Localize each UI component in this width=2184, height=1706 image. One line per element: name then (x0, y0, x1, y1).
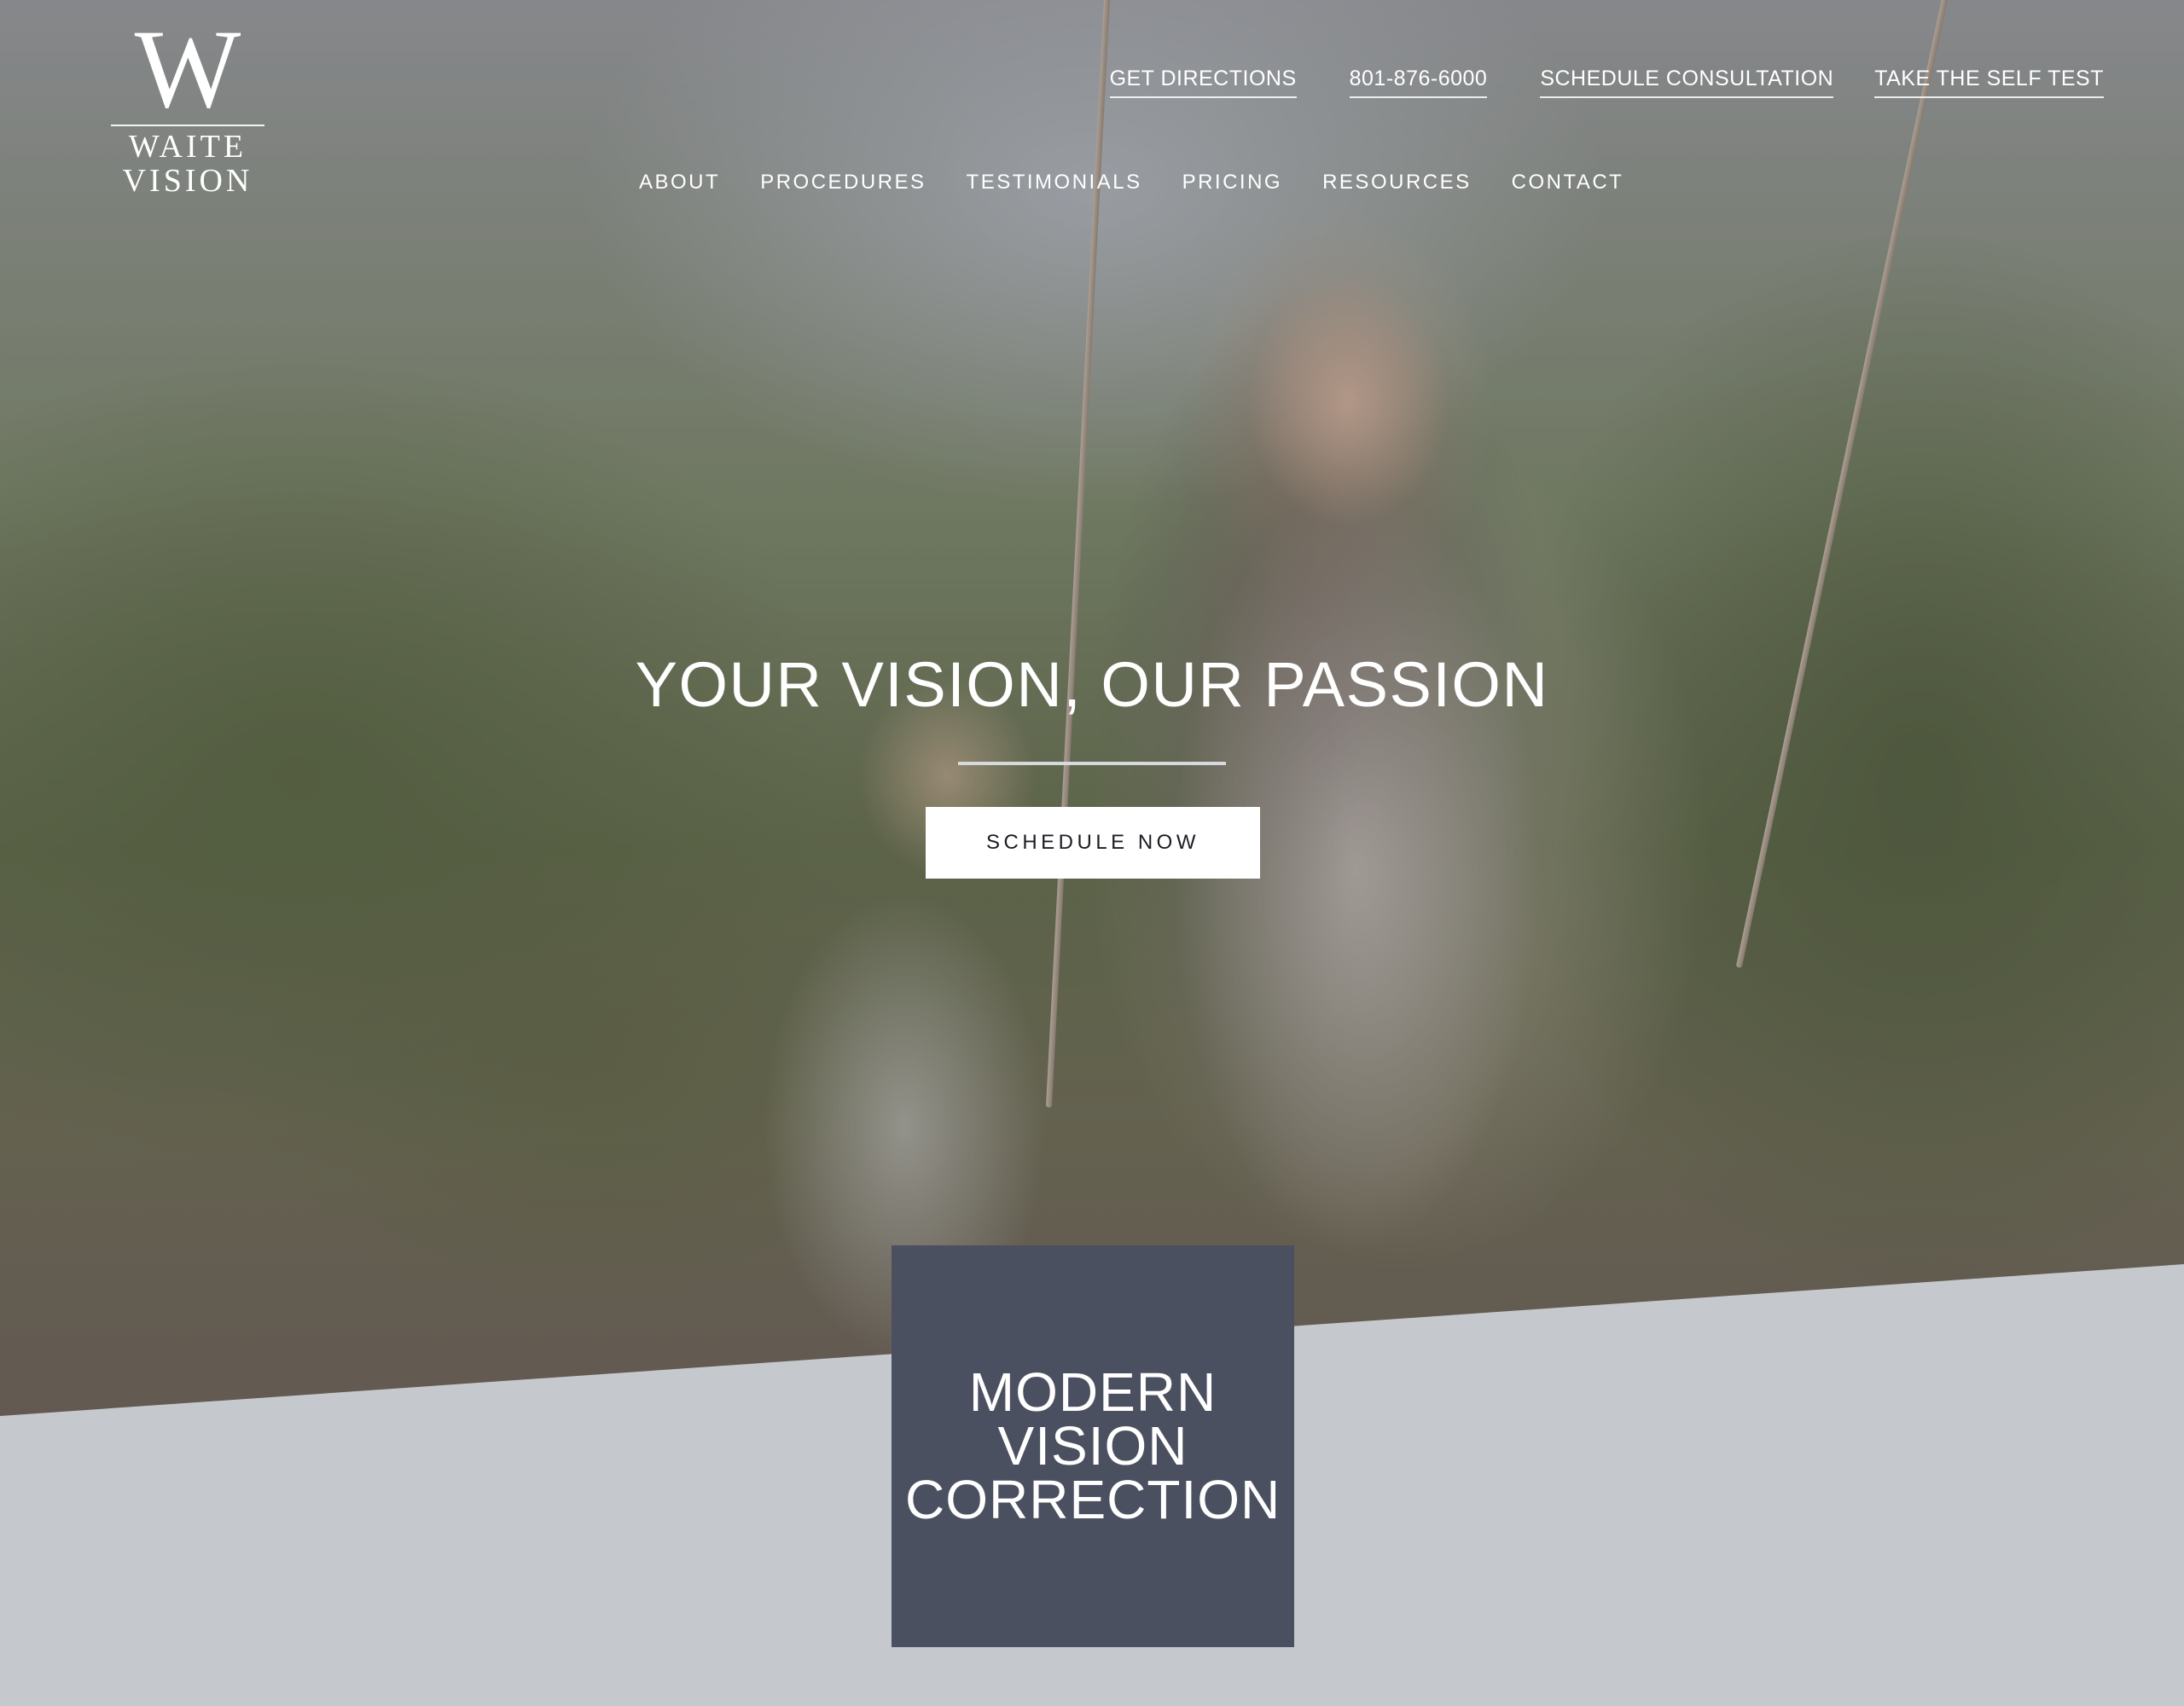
feature-box: MODERN VISION CORRECTION (892, 1245, 1294, 1647)
nav-item-about[interactable]: ABOUT (639, 171, 720, 194)
get-directions-link[interactable]: GET DIRECTIONS (1109, 67, 1297, 98)
utility-nav: GET DIRECTIONS 801-876-6000 SCHEDULE CON… (1109, 67, 2104, 98)
site-logo[interactable]: W WAITE VISION (60, 6, 316, 198)
schedule-consultation-link[interactable]: SCHEDULE CONSULTATION (1540, 67, 1834, 98)
main-nav: ABOUT PROCEDURES TESTIMONIALS PRICING RE… (639, 171, 1664, 194)
nav-item-contact[interactable]: CONTACT (1512, 171, 1624, 194)
hero-divider (958, 762, 1226, 765)
hero-title: YOUR VISION, OUR PASSION (635, 649, 1549, 720)
self-test-link[interactable]: TAKE THE SELF TEST (1874, 67, 2104, 98)
nav-item-procedures[interactable]: PROCEDURES (760, 171, 926, 194)
logo-divider (111, 125, 264, 126)
logo-text: WAITE VISION (122, 129, 253, 199)
nav-item-testimonials[interactable]: TESTIMONIALS (967, 171, 1142, 194)
nav-item-pricing[interactable]: PRICING (1182, 171, 1283, 194)
phone-link[interactable]: 801-876-6000 (1349, 67, 1488, 98)
logo-mark: W (134, 6, 241, 131)
schedule-now-button[interactable]: SCHEDULE NOW (926, 807, 1260, 879)
feature-heading: MODERN VISION CORRECTION (905, 1361, 1281, 1530)
nav-item-resources[interactable]: RESOURCES (1322, 171, 1472, 194)
